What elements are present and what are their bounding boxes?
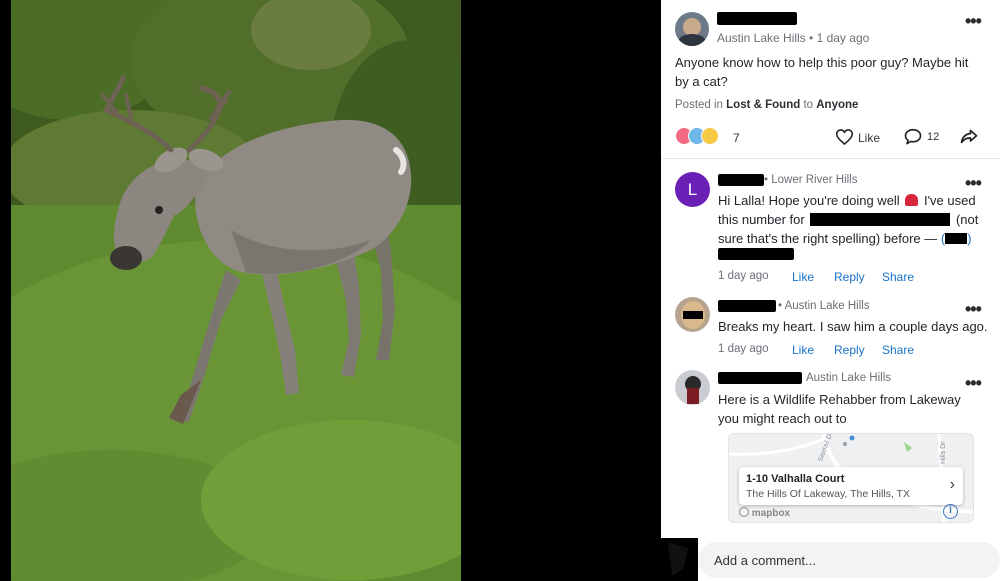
- comment-text: Here is a Wildlife Rehabber from Lakeway…: [718, 392, 961, 426]
- comment-timestamp: 1 day ago: [718, 270, 769, 282]
- category-link[interactable]: Lost & Found: [726, 99, 800, 111]
- post-more-options-icon[interactable]: •••: [965, 12, 982, 30]
- comment-bubble-icon: [904, 128, 922, 145]
- svg-text:Hills Dr: Hills Dr: [940, 441, 947, 464]
- add-comment-input[interactable]: [698, 542, 1000, 578]
- mapbox-attribution[interactable]: mapbox: [739, 507, 790, 519]
- redacted-link: [810, 213, 951, 226]
- heart-outline-icon: [836, 129, 853, 145]
- map-address-popup[interactable]: 1-10 Valhalla Court The Hills Of Lakeway…: [739, 467, 963, 505]
- audience-link[interactable]: Anyone: [816, 99, 858, 111]
- broken-heart-icon: [905, 194, 919, 206]
- comment-text: Breaks my heart. I saw him a couple days…: [718, 319, 988, 334]
- comment-more-options-icon[interactable]: •••: [965, 174, 982, 192]
- redacted-author-name: [718, 174, 764, 186]
- redacted-author-name: [718, 300, 776, 312]
- comment-more-options-icon[interactable]: •••: [965, 300, 982, 318]
- comment-compose-bar: [698, 538, 1000, 581]
- map-address-title: 1-10 Valhalla Court: [746, 473, 845, 485]
- comment-like-button[interactable]: Like: [792, 343, 814, 357]
- comment-timestamp: 1 day ago: [718, 343, 769, 355]
- mapbox-logo-icon: [739, 507, 749, 517]
- comment-text-line: Hi Lalla! Hope you're doing well I've us…: [718, 193, 976, 208]
- comment-share-button[interactable]: Share: [882, 343, 914, 357]
- redacted-user-avatar-icon: [662, 538, 696, 581]
- redacted-author-name: [718, 372, 802, 384]
- post-text: Anyone know how to help this poor guy? M…: [675, 55, 969, 89]
- comment-author-meta: • Lower River Hills: [764, 174, 858, 186]
- post-photo[interactable]: [11, 0, 461, 581]
- comment-share-button[interactable]: Share: [882, 270, 914, 284]
- post-author-avatar[interactable]: [675, 12, 709, 46]
- comment-author-meta: • Austin Lake Hills: [778, 300, 870, 312]
- comment-reply-button[interactable]: Reply: [834, 270, 865, 284]
- redacted-author-name: [717, 12, 797, 25]
- reaction-count: 7: [733, 131, 740, 145]
- audience-prefix: to: [803, 99, 814, 111]
- comment-reply-button[interactable]: Reply: [834, 343, 865, 357]
- redacted-phone-number: [718, 248, 794, 260]
- post-panel: Austin Lake Hills • 1 day ago ••• Anyone…: [661, 0, 1000, 538]
- comment-author-meta: Austin Lake Hills: [806, 372, 892, 384]
- divider: [661, 158, 1000, 159]
- comment-text-line: this number for (not: [718, 212, 979, 227]
- comment-like-button[interactable]: Like: [792, 270, 814, 284]
- comment-text-line: sure that's the right spelling) before —…: [718, 231, 972, 246]
- smile-reaction-icon: [701, 127, 719, 145]
- redacted-phone: [945, 233, 968, 244]
- comment-avatar[interactable]: L: [675, 172, 710, 207]
- comment-avatar[interactable]: [675, 370, 710, 405]
- info-icon[interactable]: i: [943, 504, 958, 519]
- location-map-card[interactable]: Sierrail Dr Hills Dr 1-10 Valhalla Court…: [728, 433, 974, 523]
- comment-avatar[interactable]: [675, 297, 710, 332]
- posted-in-prefix: Posted in: [675, 99, 723, 111]
- map-address-subtitle: The Hills Of Lakeway, The Hills, TX: [746, 488, 910, 500]
- posted-in-line: Posted in Lost & Found to Anyone: [675, 99, 858, 111]
- share-arrow-icon[interactable]: [960, 128, 978, 145]
- chevron-right-icon[interactable]: ›: [950, 476, 955, 494]
- deer-image: [11, 0, 461, 581]
- post-author-meta: Austin Lake Hills • 1 day ago: [717, 31, 870, 45]
- like-label: Like: [858, 131, 881, 145]
- comment-count: 12: [927, 131, 940, 143]
- comment-more-options-icon[interactable]: •••: [965, 374, 982, 392]
